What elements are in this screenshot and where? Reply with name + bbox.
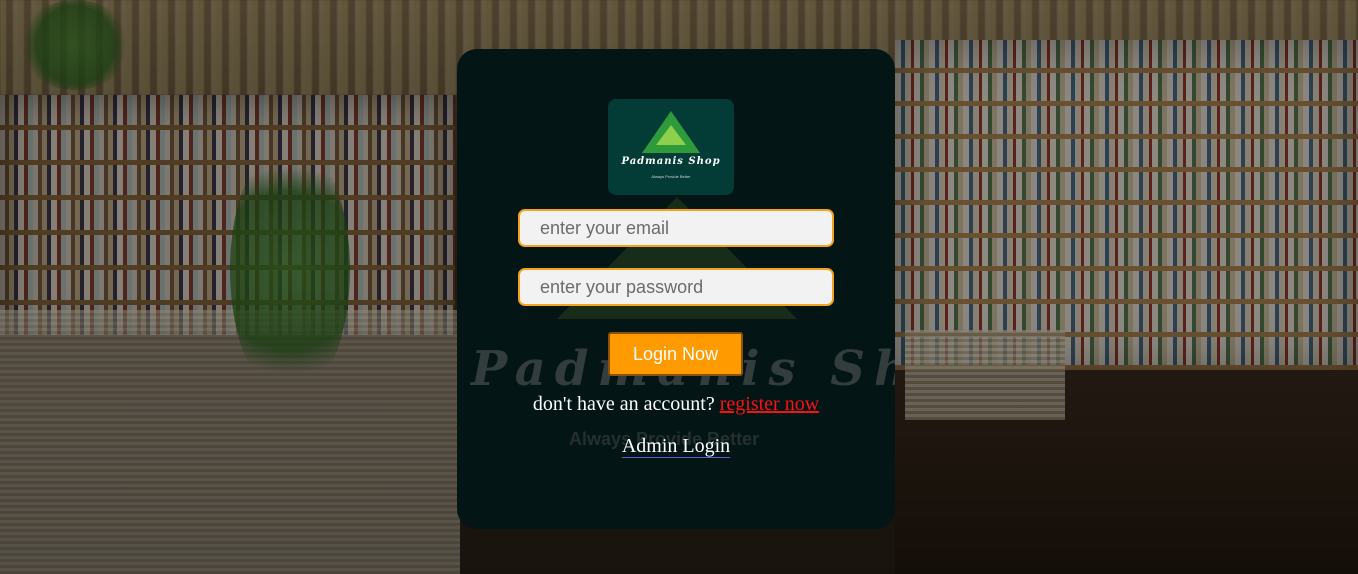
logo-inner-triangle bbox=[656, 125, 686, 145]
login-card: Padmanis Shop Always Provide Better Padm… bbox=[457, 49, 895, 529]
logo-brand-name: Padmanis Shop bbox=[621, 156, 721, 167]
password-input[interactable] bbox=[518, 268, 834, 306]
shop-logo: Padmanis Shop Always Provide Better bbox=[608, 99, 734, 195]
logo-tagline: Always Provide Better bbox=[651, 174, 691, 179]
register-link[interactable]: register now bbox=[720, 393, 819, 415]
login-button[interactable]: Login Now bbox=[608, 332, 743, 376]
register-prompt-text: don't have an account? bbox=[532, 393, 720, 415]
admin-login-link[interactable]: Admin Login bbox=[457, 435, 895, 458]
email-input[interactable] bbox=[518, 209, 834, 247]
admin-login-label: Admin Login bbox=[621, 435, 731, 458]
register-prompt-line: don't have an account? register now bbox=[457, 393, 895, 416]
